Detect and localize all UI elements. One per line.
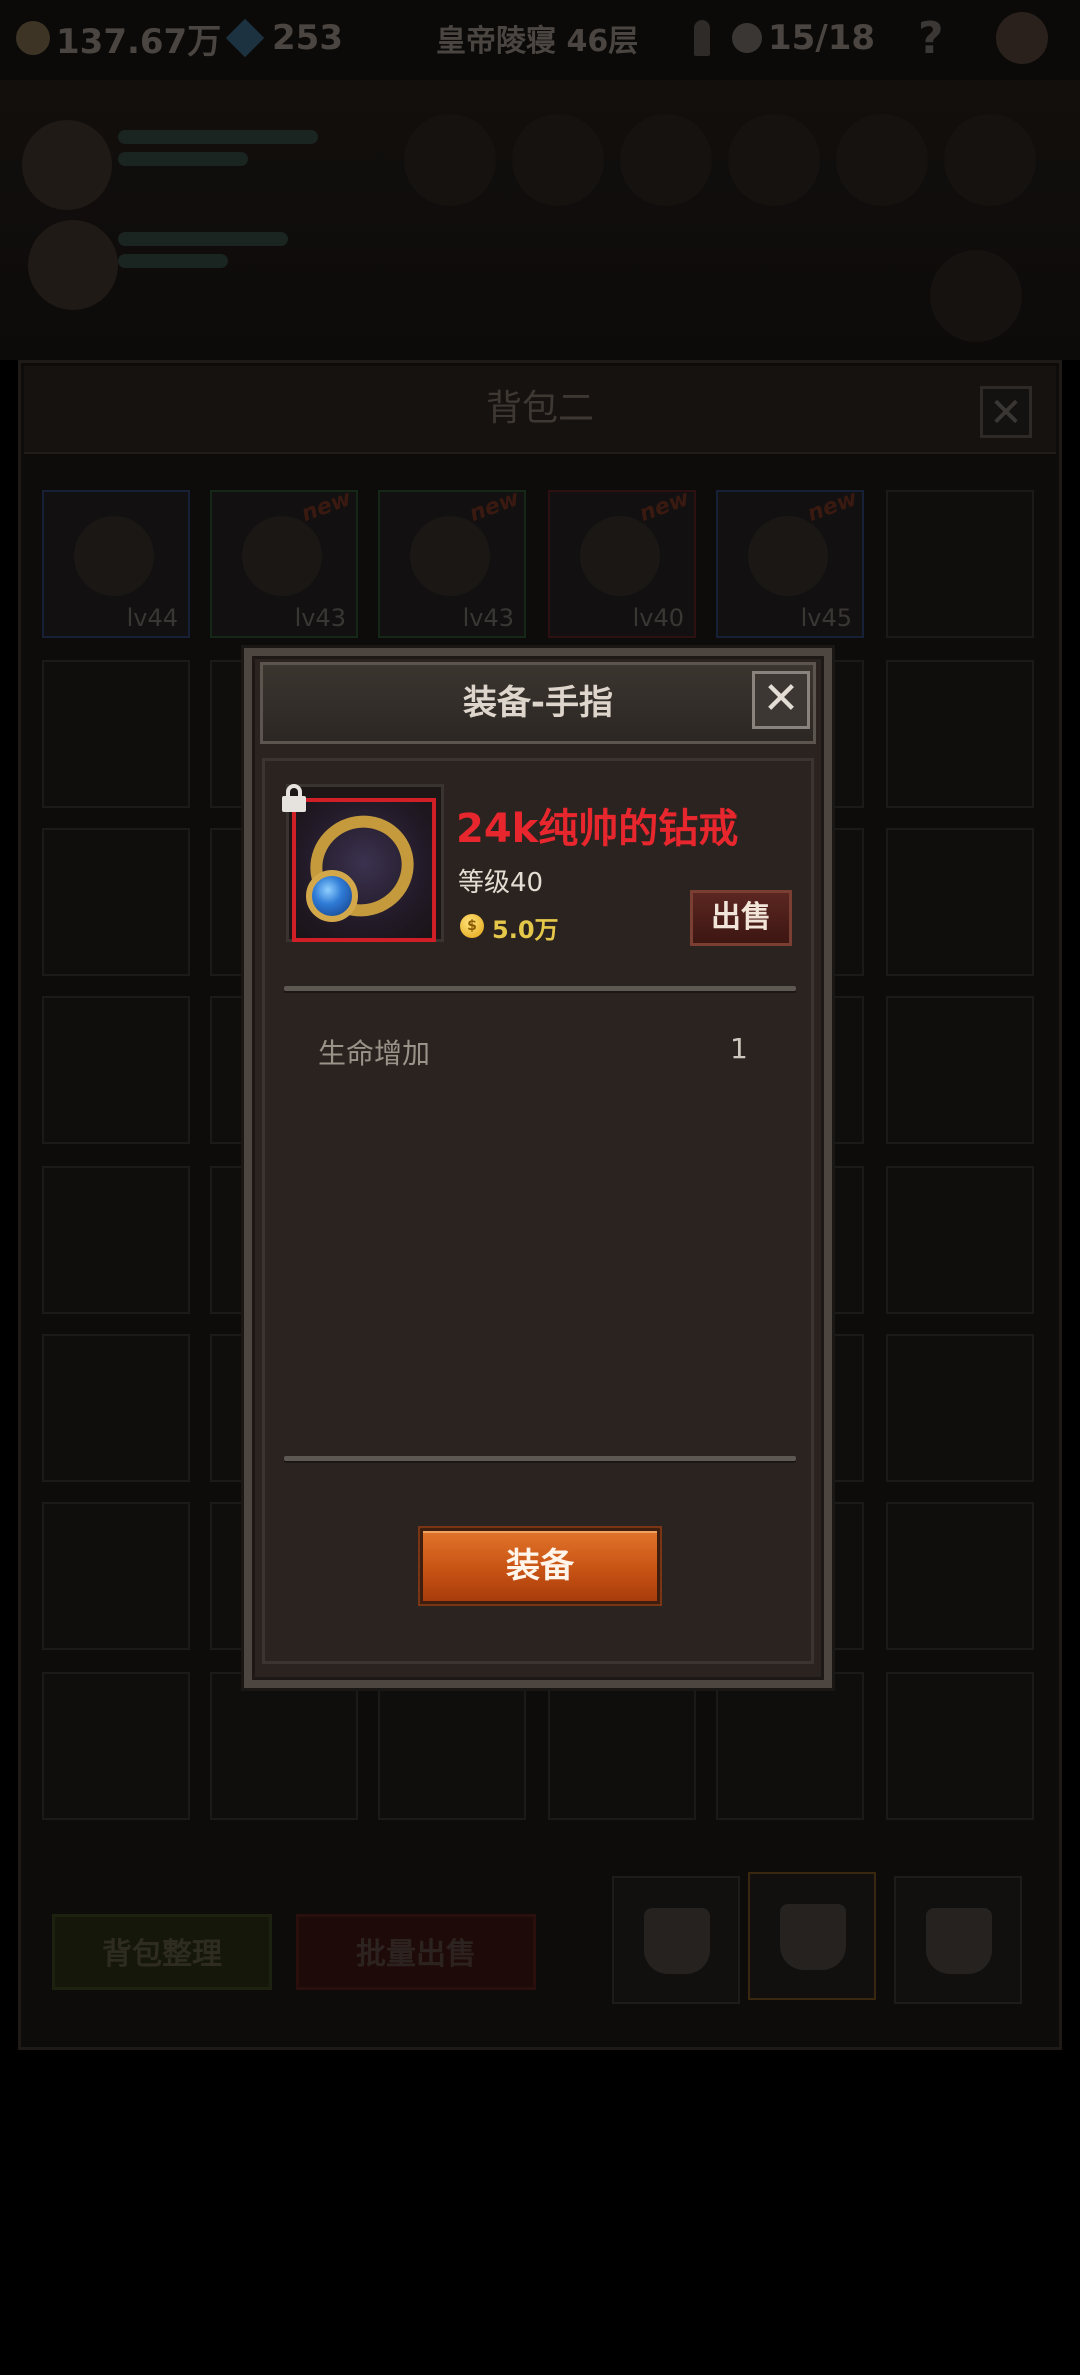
- coin-counter: 137.67万: [16, 12, 221, 64]
- bag-slot[interactable]: [886, 490, 1034, 638]
- hero-mp-bar: [118, 254, 228, 268]
- ring-icon: [580, 516, 660, 596]
- stat-value: 1: [730, 1032, 748, 1065]
- dialog-close-button[interactable]: ✕: [752, 671, 810, 729]
- bag-item[interactable]: new lv45: [716, 486, 864, 638]
- bag-slot[interactable]: [378, 1672, 526, 1820]
- bag-slot[interactable]: [548, 1672, 696, 1820]
- backpack-icon: [644, 1908, 710, 1974]
- bag-slot[interactable]: [42, 1502, 190, 1650]
- bag-tab-2[interactable]: [748, 1872, 876, 2000]
- divider: [284, 986, 796, 991]
- coin-amount: 137.67万: [56, 21, 222, 62]
- hero-avatar[interactable]: [22, 120, 112, 210]
- ring-gem-icon: [306, 870, 358, 922]
- gem-counter: 253: [225, 12, 343, 64]
- bag-item[interactable]: new lv43: [378, 486, 526, 638]
- new-badge: new: [636, 486, 693, 527]
- bracer-icon: [748, 516, 828, 596]
- location-label: 皇帝陵寝 46层: [436, 24, 639, 59]
- bag-slot[interactable]: [886, 1166, 1034, 1314]
- ring-icon: [74, 516, 154, 596]
- new-badge: new: [804, 486, 861, 527]
- bag-slot[interactable]: [42, 1672, 190, 1820]
- item-level: 等级40: [458, 868, 544, 898]
- gauntlet-icon: [410, 516, 490, 596]
- hero-strip: [0, 80, 1080, 360]
- bag-close-button[interactable]: ✕: [980, 386, 1032, 438]
- skill-icon[interactable]: [620, 114, 712, 206]
- hero-hp-bar: [118, 130, 318, 144]
- top-status-bar: 137.67万 253 皇帝陵寝 46层 15/18 ?: [0, 0, 1080, 80]
- divider: [284, 1456, 796, 1461]
- new-badge: new: [466, 486, 523, 527]
- bag-slot[interactable]: [886, 1502, 1034, 1650]
- item-level-label: lv40: [632, 604, 684, 632]
- bulk-sell-button[interactable]: 批量出售: [296, 1914, 536, 1990]
- bag-slot[interactable]: [42, 660, 190, 808]
- item-level-label: lv43: [294, 604, 346, 632]
- bag-sort-button[interactable]: 背包整理: [52, 1914, 272, 1990]
- gem-icon: [225, 18, 265, 58]
- backpack-icon: [780, 1904, 846, 1970]
- item-name: 24k纯帅的钻戒: [456, 806, 739, 852]
- bag-item[interactable]: new lv43: [210, 486, 358, 638]
- bag-slot[interactable]: [210, 1672, 358, 1820]
- key-icon: [694, 12, 710, 64]
- skull-counter: 15/18: [732, 12, 875, 64]
- item-level-label: lv43: [462, 604, 514, 632]
- skill-icon[interactable]: [944, 114, 1036, 206]
- hero-hp-bar: [118, 232, 288, 246]
- bag-slot[interactable]: [886, 660, 1034, 808]
- item-price: 5.0万: [492, 916, 559, 944]
- bag-slot[interactable]: [42, 828, 190, 976]
- bag-tab-1[interactable]: [612, 1876, 740, 2004]
- bag-slot[interactable]: [42, 996, 190, 1144]
- bag-slot[interactable]: [886, 1334, 1034, 1482]
- skill-icon[interactable]: [404, 114, 496, 206]
- equip-button[interactable]: 装备: [420, 1528, 660, 1604]
- skill-icon[interactable]: [728, 114, 820, 206]
- help-icon[interactable]: ?: [918, 12, 944, 64]
- skull-icon: [732, 23, 762, 53]
- dialog-title: 装备-手指: [462, 683, 614, 723]
- bag-slot[interactable]: [42, 1166, 190, 1314]
- bag-title: 背包二: [485, 388, 594, 429]
- gem-amount: 253: [272, 18, 343, 58]
- bag-slot[interactable]: [42, 1334, 190, 1482]
- skill-icon[interactable]: [512, 114, 604, 206]
- gauntlet-icon: [242, 516, 322, 596]
- item-level-label: lv45: [800, 604, 852, 632]
- bag-slot[interactable]: [716, 1672, 864, 1820]
- item-level-label: lv44: [126, 604, 178, 632]
- new-badge: new: [298, 486, 355, 527]
- coin-icon: [16, 21, 50, 55]
- bag-slot[interactable]: [886, 996, 1034, 1144]
- bag-item[interactable]: lv44: [42, 490, 190, 638]
- bag-slot[interactable]: [886, 1672, 1034, 1820]
- bag-item[interactable]: new lv40: [548, 486, 696, 638]
- bag-tab-3[interactable]: [894, 1876, 1022, 2004]
- coin-icon: $: [460, 914, 484, 938]
- stat-name: 生命增加: [318, 1037, 431, 1070]
- sell-button[interactable]: 出售: [690, 890, 792, 946]
- backpack-icon: [926, 1908, 992, 1974]
- bag-slot[interactable]: [886, 828, 1034, 976]
- skill-icon[interactable]: [836, 114, 928, 206]
- hero-mp-bar: [118, 152, 248, 166]
- skill-icon[interactable]: [930, 250, 1022, 342]
- lock-icon[interactable]: [282, 784, 306, 812]
- settings-avatar[interactable]: [996, 12, 1048, 64]
- hero-avatar[interactable]: [28, 220, 118, 310]
- skull-amount: 15/18: [768, 18, 876, 58]
